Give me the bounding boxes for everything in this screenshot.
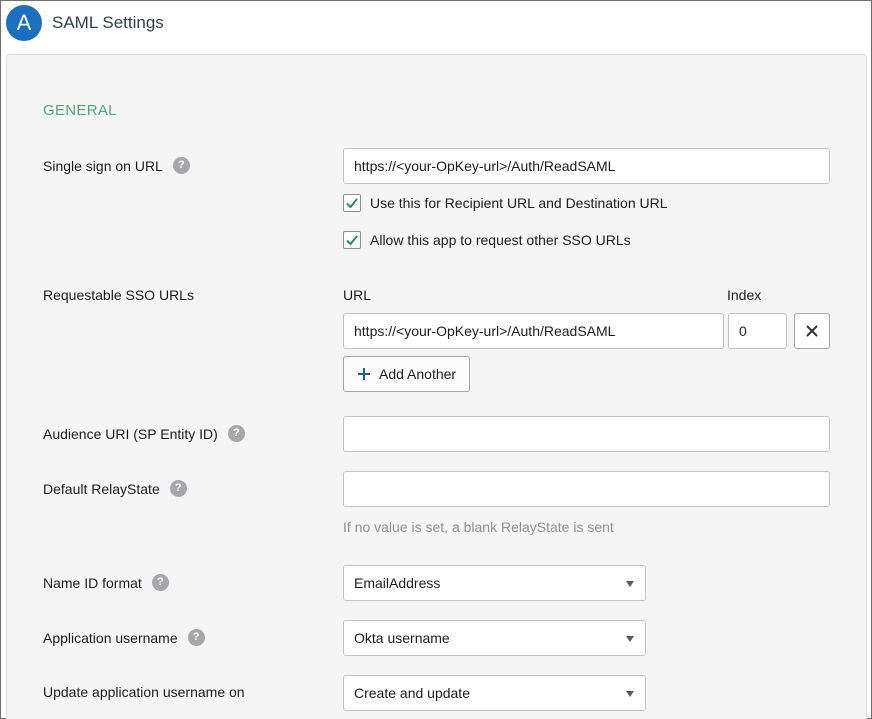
step-badge: A [6,5,42,41]
page-title: SAML Settings [52,13,164,32]
audience-uri-label: Audience URI (SP Entity ID) ? [43,425,245,442]
caret-down-icon [626,636,634,642]
audience-uri-label-text: Audience URI (SP Entity ID) [43,425,218,442]
relay-state-input[interactable] [343,471,830,507]
relay-state-label-text: Default RelayState [43,480,160,497]
index-column-header: Index [727,287,762,303]
requestable-url-input[interactable]: https://<your-OpKey-url>/Auth/ReadSAML [343,313,724,349]
relay-state-label: Default RelayState ? [43,480,187,497]
sso-url-label-text: Single sign on URL [43,157,163,174]
requestable-sso-label: Requestable SSO URLs [43,287,194,303]
add-another-label: Add Another [379,366,457,382]
help-icon[interactable]: ? [227,425,245,442]
update-username-on-label-text: Update application username on [43,684,245,700]
audience-uri-input[interactable] [343,416,830,452]
add-another-button[interactable]: Add Another [343,356,471,392]
general-panel: GENERAL Single sign on URL ? https://<yo… [6,54,867,719]
help-icon[interactable]: ? [151,574,169,591]
caret-down-icon [626,691,634,697]
sso-url-label: Single sign on URL ? [43,157,190,174]
recipient-url-checkbox[interactable] [343,194,361,212]
recipient-url-checkbox-row[interactable]: Use this for Recipient URL and Destinati… [343,194,668,212]
name-id-format-label: Name ID format ? [43,574,169,591]
requestable-sso-label-text: Requestable SSO URLs [43,287,194,303]
sso-url-input[interactable]: https://<your-OpKey-url>/Auth/ReadSAML [343,148,830,184]
relay-state-hint: If no value is set, a blank RelayState i… [343,519,614,535]
name-id-format-select[interactable]: EmailAddress [343,565,646,601]
remove-url-button[interactable] [794,313,830,349]
name-id-format-value: EmailAddress [354,575,441,591]
application-username-select[interactable]: Okta username [343,620,646,656]
section-title: GENERAL [43,102,117,119]
page-header: A SAML Settings [1,1,871,47]
update-username-on-value: Create and update [354,685,470,701]
application-username-value: Okta username [354,630,450,646]
help-icon[interactable]: ? [187,629,205,646]
update-username-on-label: Update application username on [43,684,245,700]
recipient-url-checkbox-label: Use this for Recipient URL and Destinati… [370,195,668,211]
application-username-label-text: Application username [43,629,178,646]
help-icon[interactable]: ? [169,480,187,497]
allow-other-sso-checkbox-label: Allow this app to request other SSO URLs [370,232,631,248]
url-column-header: URL [343,287,372,303]
requestable-index-input[interactable]: 0 [728,313,787,349]
allow-other-sso-checkbox-row[interactable]: Allow this app to request other SSO URLs [343,231,631,249]
checkmark-icon [346,198,358,209]
help-icon[interactable]: ? [172,157,190,174]
caret-down-icon [626,581,634,587]
plus-icon [358,368,370,380]
update-username-on-select[interactable]: Create and update [343,675,646,711]
allow-other-sso-checkbox[interactable] [343,231,361,249]
close-icon [806,325,818,337]
checkmark-icon [346,235,358,246]
name-id-format-label-text: Name ID format [43,574,142,591]
application-username-label: Application username ? [43,629,205,646]
